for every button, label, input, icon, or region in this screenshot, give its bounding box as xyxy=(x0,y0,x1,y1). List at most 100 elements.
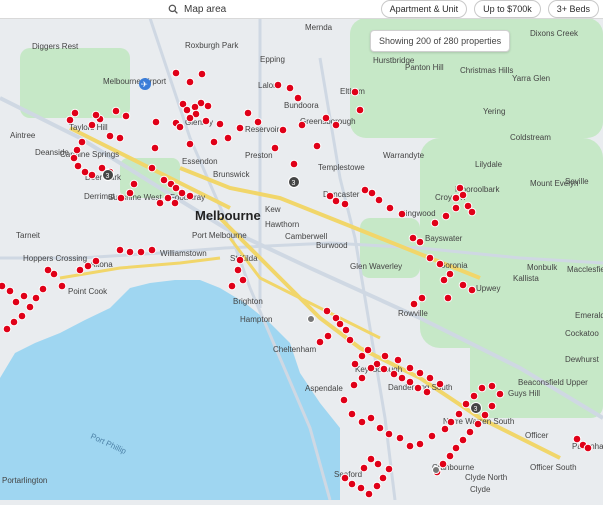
map-svg[interactable]: Diggers Rest Roxburgh Park Mernda Epping… xyxy=(0,17,603,501)
property-marker[interactable] xyxy=(397,209,407,219)
property-marker[interactable] xyxy=(43,265,53,275)
filter-chip-price[interactable]: Up to $700k xyxy=(474,0,541,18)
property-marker[interactable] xyxy=(190,102,200,112)
property-marker[interactable] xyxy=(150,143,160,153)
property-marker[interactable] xyxy=(349,380,359,390)
property-marker[interactable] xyxy=(378,473,388,483)
property-marker[interactable] xyxy=(374,195,384,205)
cluster-marker[interactable]: 3 xyxy=(470,402,482,414)
property-marker[interactable] xyxy=(360,185,370,195)
property-marker[interactable] xyxy=(445,269,455,279)
property-marker[interactable] xyxy=(125,247,135,257)
property-marker[interactable] xyxy=(458,280,468,290)
property-marker[interactable] xyxy=(322,306,332,316)
property-marker[interactable] xyxy=(293,93,303,103)
property-marker[interactable] xyxy=(347,409,357,419)
property-marker[interactable] xyxy=(415,237,425,247)
property-marker[interactable] xyxy=(182,105,192,115)
property-marker[interactable] xyxy=(87,170,97,180)
property-marker[interactable] xyxy=(347,479,357,489)
property-marker-gray[interactable] xyxy=(307,315,315,323)
property-marker[interactable] xyxy=(175,122,185,132)
property-marker[interactable] xyxy=(473,419,483,429)
property-marker[interactable] xyxy=(65,115,75,125)
property-marker[interactable] xyxy=(151,117,161,127)
property-marker[interactable] xyxy=(11,297,21,307)
property-marker[interactable] xyxy=(435,259,445,269)
property-marker[interactable] xyxy=(115,133,125,143)
property-marker[interactable] xyxy=(583,443,593,453)
property-marker[interactable] xyxy=(238,275,248,285)
property-marker[interactable] xyxy=(408,233,418,243)
property-marker[interactable] xyxy=(235,255,245,265)
property-marker[interactable] xyxy=(227,281,237,291)
property-marker[interactable] xyxy=(69,153,79,163)
property-marker[interactable] xyxy=(223,133,233,143)
property-marker[interactable] xyxy=(233,265,243,275)
property-marker[interactable] xyxy=(439,275,449,285)
property-marker[interactable] xyxy=(80,167,90,177)
property-marker[interactable] xyxy=(451,203,461,213)
property-marker[interactable] xyxy=(345,335,355,345)
property-marker[interactable] xyxy=(115,245,125,255)
property-marker[interactable] xyxy=(357,417,367,427)
search-input[interactable]: Map area xyxy=(184,4,226,15)
property-marker[interactable] xyxy=(125,188,135,198)
property-marker[interactable] xyxy=(75,265,85,275)
property-marker[interactable] xyxy=(355,105,365,115)
search-bar[interactable]: Map area xyxy=(168,1,398,17)
property-marker[interactable] xyxy=(91,256,101,266)
property-marker[interactable] xyxy=(417,293,427,303)
property-marker[interactable] xyxy=(357,373,367,383)
property-marker[interactable] xyxy=(147,245,157,255)
property-marker[interactable] xyxy=(38,284,48,294)
property-marker[interactable] xyxy=(72,145,82,155)
property-marker[interactable] xyxy=(203,101,213,111)
property-marker[interactable] xyxy=(171,68,181,78)
property-marker[interactable] xyxy=(467,285,477,295)
property-marker[interactable] xyxy=(363,345,373,355)
property-marker[interactable] xyxy=(465,427,475,437)
property-marker[interactable] xyxy=(451,443,461,453)
map-canvas[interactable]: Diggers Rest Roxburgh Park Mernda Epping… xyxy=(0,17,603,501)
property-marker[interactable] xyxy=(357,351,367,361)
property-marker[interactable] xyxy=(209,137,219,147)
property-marker[interactable] xyxy=(70,108,80,118)
property-marker[interactable] xyxy=(312,141,322,151)
filter-chip-apartment-unit[interactable]: Apartment & Unit xyxy=(380,0,468,18)
property-marker[interactable] xyxy=(487,401,497,411)
property-marker[interactable] xyxy=(458,435,468,445)
property-marker[interactable] xyxy=(366,454,376,464)
property-marker[interactable] xyxy=(121,111,131,121)
property-marker[interactable] xyxy=(405,377,415,387)
property-marker[interactable] xyxy=(177,188,187,198)
property-marker[interactable] xyxy=(341,325,351,335)
property-marker[interactable] xyxy=(461,399,471,409)
property-marker[interactable] xyxy=(427,431,437,441)
filter-chip-beds[interactable]: 3+ Beds xyxy=(547,0,599,18)
property-marker[interactable] xyxy=(116,193,126,203)
property-marker[interactable] xyxy=(105,131,115,141)
property-marker[interactable] xyxy=(273,80,283,90)
property-marker-gray[interactable] xyxy=(432,466,440,474)
property-marker[interactable] xyxy=(163,193,173,203)
property-marker[interactable] xyxy=(425,253,435,263)
property-marker[interactable] xyxy=(129,179,139,189)
property-marker[interactable] xyxy=(359,463,369,473)
property-marker[interactable] xyxy=(111,106,121,116)
property-marker[interactable] xyxy=(441,211,451,221)
property-marker[interactable] xyxy=(235,123,245,133)
property-marker[interactable] xyxy=(375,423,385,433)
property-marker[interactable] xyxy=(331,120,341,130)
property-marker[interactable] xyxy=(415,368,425,378)
property-marker[interactable] xyxy=(185,113,195,123)
property-marker[interactable] xyxy=(373,459,383,469)
property-marker[interactable] xyxy=(285,83,295,93)
property-marker[interactable] xyxy=(440,424,450,434)
property-marker[interactable] xyxy=(9,317,19,327)
property-marker[interactable] xyxy=(397,373,407,383)
property-marker[interactable] xyxy=(495,389,505,399)
property-marker[interactable] xyxy=(73,161,83,171)
property-marker[interactable] xyxy=(395,433,405,443)
property-marker[interactable] xyxy=(339,395,349,405)
